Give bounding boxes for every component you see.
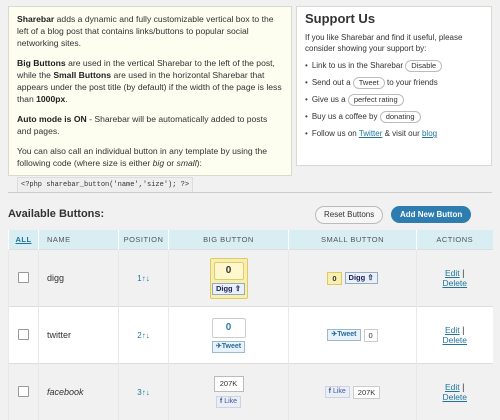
facebook-big-button: 207K f Like — [214, 376, 244, 408]
facebook-icon: f — [220, 398, 222, 405]
support-text: If you like Sharebar and find it useful,… — [305, 32, 483, 54]
delete-link[interactable]: Delete — [442, 278, 467, 288]
twitter-big-button: 0 ✈Tweet — [212, 318, 246, 353]
intro-paragraph-3: Auto mode is ON - Sharebar will be autom… — [17, 113, 283, 137]
header-big-button: BIG BUTTON — [169, 230, 289, 250]
support-panel: Support Us If you like Sharebar and find… — [296, 6, 492, 166]
blog-link[interactable]: blog — [422, 129, 437, 138]
code-snippet: <?php sharebar_button('name','size'); ?> — [17, 177, 193, 193]
support-item-donate: Buy us a coffee by donating — [305, 111, 483, 123]
digg-small-button: 0 Digg ⇧ — [327, 272, 377, 285]
intro-paragraph-1: Sharebar adds a dynamic and fully custom… — [17, 13, 283, 49]
support-item-tweet: Send out a Tweet to your friends — [305, 77, 483, 89]
table-row: digg 1↑↓ 0 Digg ⇧ 0 Digg ⇧ Edit |Delete — [9, 250, 493, 307]
donating-button[interactable]: donating — [380, 111, 421, 123]
position-arrows-icon: ↑↓ — [142, 274, 150, 283]
facebook-big-count: 207K — [214, 376, 244, 392]
reset-buttons-button[interactable]: Reset Buttons — [315, 206, 383, 224]
twitter-link[interactable]: Twitter — [359, 129, 383, 138]
position-arrows-icon: ↑↓ — [142, 331, 150, 340]
intro-paragraph-4: You can also call an individual button i… — [17, 145, 283, 169]
twitter-big-count: 0 — [212, 318, 246, 338]
row-checkbox[interactable] — [18, 329, 29, 340]
row-position[interactable]: 3↑↓ — [119, 364, 169, 420]
digg-icon: ⇧ — [367, 273, 373, 282]
row-name: twitter — [39, 307, 119, 364]
twitter-big-label: ✈Tweet — [212, 341, 245, 353]
add-new-button[interactable]: Add New Button — [391, 206, 471, 223]
intro-panel: Sharebar adds a dynamic and fully custom… — [8, 6, 292, 176]
edit-link[interactable]: Edit — [445, 382, 460, 392]
edit-link[interactable]: Edit — [445, 325, 460, 335]
facebook-small-label: f Like — [325, 386, 350, 398]
support-item-link: Link to us in the Sharebar Disable — [305, 60, 483, 72]
facebook-small-button: f Like 207K — [325, 386, 381, 399]
digg-big-label: Digg ⇧ — [212, 283, 245, 295]
support-item-rating: Give us a perfect rating — [305, 94, 483, 106]
row-position[interactable]: 1↑↓ — [119, 250, 169, 307]
twitter-small-button: ✈Tweet 0 — [327, 329, 377, 342]
digg-big-count: 0 — [214, 262, 244, 280]
digg-icon: ⇧ — [235, 284, 241, 293]
position-arrows-icon: ↑↓ — [142, 388, 150, 397]
facebook-small-count: 207K — [353, 386, 381, 399]
table-header-row: ALL NAME POSITION BIG BUTTON SMALL BUTTO… — [9, 230, 493, 250]
header-position: POSITION — [119, 230, 169, 250]
digg-small-count: 0 — [327, 272, 341, 285]
row-position[interactable]: 2↑↓ — [119, 307, 169, 364]
edit-link[interactable]: Edit — [445, 268, 460, 278]
twitter-small-label: ✈Tweet — [327, 329, 360, 341]
support-item-follow: Follow us on Twitter & visit our blog — [305, 128, 483, 139]
row-checkbox[interactable] — [18, 386, 29, 397]
header-small-button: SMALL BUTTON — [289, 230, 417, 250]
buttons-table: ALL NAME POSITION BIG BUTTON SMALL BUTTO… — [8, 230, 493, 420]
delete-link[interactable]: Delete — [442, 392, 467, 402]
twitter-small-count: 0 — [364, 329, 378, 342]
row-name: digg — [39, 250, 119, 307]
disable-button[interactable]: Disable — [405, 60, 442, 72]
row-checkbox[interactable] — [18, 272, 29, 283]
facebook-big-label: f Like — [216, 396, 241, 408]
delete-link[interactable]: Delete — [442, 335, 467, 345]
header-actions: ACTIONS — [417, 230, 493, 250]
header-name: NAME — [39, 230, 119, 250]
perfect-rating-button[interactable]: perfect rating — [348, 94, 404, 106]
select-all-link[interactable]: ALL — [9, 230, 39, 250]
digg-small-label: Digg ⇧ — [345, 272, 378, 284]
tweet-button[interactable]: Tweet — [353, 77, 385, 89]
table-row: twitter 2↑↓ 0 ✈Tweet ✈Tweet 0 Edit |Dele… — [9, 307, 493, 364]
intro-paragraph-2: Big Buttons are used in the vertical Sha… — [17, 57, 283, 105]
support-list: Link to us in the Sharebar Disable Send … — [305, 60, 483, 139]
support-title: Support Us — [305, 13, 483, 24]
table-row: facebook 3↑↓ 207K f Like f Like 207K Edi… — [9, 364, 493, 420]
section-divider — [8, 192, 492, 193]
digg-big-button: 0 Digg ⇧ — [210, 258, 248, 299]
available-buttons-title: Available Buttons: — [8, 208, 104, 220]
facebook-icon: f — [329, 388, 331, 395]
row-name: facebook — [39, 364, 119, 420]
